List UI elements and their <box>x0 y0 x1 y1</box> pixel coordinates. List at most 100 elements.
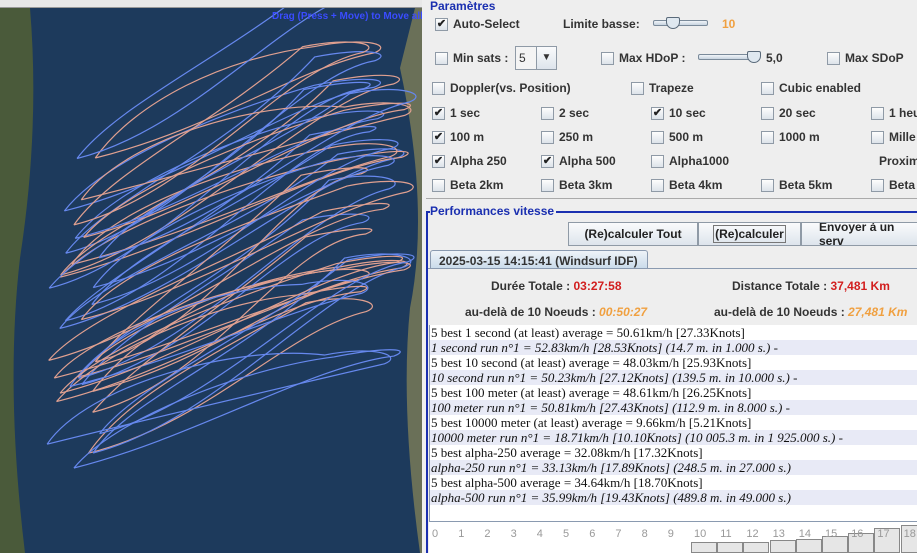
track-line <box>73 349 401 469</box>
checkbox-100-m[interactable]: ✔ 100 m <box>432 130 484 144</box>
histogram-tick: 1 <box>458 528 465 540</box>
checkbox-icon: ✔ <box>432 154 445 168</box>
checkbox-beta-4km[interactable]: Beta 4km <box>651 178 722 192</box>
label: Beta 4km <box>669 178 723 192</box>
track-line <box>99 253 415 435</box>
checkbox-1000-m[interactable]: 1000 m <box>761 130 820 144</box>
checkbox-20-sec[interactable]: 20 sec <box>761 106 816 120</box>
value: 27,481 Km <box>848 305 908 319</box>
limite-basse-label: Limite basse: <box>563 17 640 31</box>
result-line: 10 second run n°1 = 50.23km/h [27.12Knot… <box>430 370 917 385</box>
label: Max HDoP : <box>619 51 686 65</box>
checkbox-icon: ✔ <box>541 154 554 168</box>
max-hdop-checkbox[interactable]: Max HDoP : <box>601 51 685 65</box>
checkbox-2-sec[interactable]: 2 sec <box>541 106 589 120</box>
label: (Re)calculer <box>713 225 786 243</box>
histogram-bar <box>795 539 822 553</box>
histogram-tick: 9 <box>667 528 674 540</box>
value: 03:27:58 <box>573 279 622 293</box>
checkbox-trapeze[interactable]: Trapeze <box>631 81 694 95</box>
result-line: 100 meter run n°1 = 50.81km/h [27.43Knot… <box>430 400 917 415</box>
map-view[interactable]: Drag (Press + Move) to Move all <box>0 8 422 553</box>
value: 00:50:27 <box>599 305 648 319</box>
histogram-bar <box>717 541 744 553</box>
checkbox-icon: ✔ <box>435 17 448 31</box>
checkbox-alpha-250[interactable]: ✔ Alpha 250 <box>432 154 507 168</box>
checkbox-icon <box>871 130 884 144</box>
limite-basse-value: 10 <box>722 17 736 31</box>
checkbox-alpha1000[interactable]: Alpha1000 <box>651 154 729 168</box>
checkbox-icon <box>761 178 774 192</box>
checkbox-beta-3km[interactable]: Beta 3km <box>541 178 612 192</box>
result-line: 1 second run n°1 = 52.83km/h [28.53Knots… <box>430 340 917 355</box>
histogram-tick: 16 <box>851 528 864 540</box>
label: 1 sec <box>450 106 481 120</box>
auto-select-checkbox[interactable]: ✔ Auto-Select <box>435 17 520 31</box>
histogram-tick: 13 <box>772 528 785 540</box>
checkbox-1-sec[interactable]: ✔ 1 sec <box>432 106 480 120</box>
tab-session[interactable]: 2025-03-15 14:15:41 (Windsurf IDF) <box>430 250 648 269</box>
select-value: 5 <box>519 51 526 65</box>
checkbox-1-heu[interactable]: 1 heu <box>871 106 917 120</box>
result-line: 5 best 10000 meter (at least) average = … <box>431 415 752 430</box>
label: Alpha 500 <box>559 154 616 168</box>
checkbox-doppler-vs-position-[interactable]: Doppler(vs. Position) <box>432 81 571 95</box>
checkbox-cubic-enabled[interactable]: Cubic enabled <box>761 81 861 95</box>
right-panel: Paramètres ✔ Auto-Select Limite basse: 10… <box>424 0 917 553</box>
checkbox-icon <box>601 51 614 65</box>
recalculate-all-button[interactable]: (Re)calculer Tout <box>568 222 698 246</box>
total-distance: Distance Totale : 37,481 Km <box>732 279 890 293</box>
min-sats-select[interactable]: 5 ▼ <box>515 46 557 70</box>
checkbox-icon <box>761 130 774 144</box>
checkbox-icon <box>432 178 445 192</box>
checkbox-icon <box>541 130 554 144</box>
perf-title: Performances vitesse <box>430 204 557 218</box>
min-sats-checkbox[interactable]: Min sats : <box>435 51 508 65</box>
label: 1 heu <box>889 106 917 120</box>
checkbox-10-sec[interactable]: ✔ 10 sec <box>651 106 706 120</box>
result-line: 10000 meter run n°1 = 18.71km/h [10.10Kn… <box>430 430 917 445</box>
histogram-tick: 17 <box>877 528 890 540</box>
right-shore <box>400 8 422 553</box>
send-to-server-button[interactable]: Envoyer à un serv <box>801 222 917 246</box>
params-title: Paramètres <box>430 0 496 13</box>
checkbox-500-m[interactable]: 500 m <box>651 130 703 144</box>
label: Mille <box>889 130 916 144</box>
histogram-tick: 15 <box>825 528 838 540</box>
histogram-tick: 18 <box>903 528 916 540</box>
track-line <box>64 125 377 322</box>
results-text-area[interactable]: 5 best 1 second (at least) average = 50.… <box>429 325 917 521</box>
chevron-down-icon[interactable]: ▼ <box>536 47 556 69</box>
histogram-tick: 2 <box>484 528 491 540</box>
histogram-tick: 12 <box>746 528 759 540</box>
checkbox-icon <box>761 106 774 120</box>
checkbox-250-m[interactable]: 250 m <box>541 130 593 144</box>
checkbox-icon <box>651 178 664 192</box>
checkbox-icon <box>541 178 554 192</box>
histogram-tick: 6 <box>589 528 596 540</box>
max-sdop-checkbox[interactable]: Max SDoP <box>827 51 904 65</box>
checkbox-alpha-500[interactable]: ✔ Alpha 500 <box>541 154 616 168</box>
histogram-tick: 11 <box>720 528 732 540</box>
checkbox-icon <box>651 154 664 168</box>
result-line: 5 best 100 meter (at least) average = 48… <box>431 385 752 400</box>
slider-thumb[interactable] <box>747 51 761 63</box>
limite-basse-slider[interactable] <box>653 17 708 29</box>
checkbox-beta[interactable]: Beta <box>871 178 915 192</box>
recalculate-button[interactable]: (Re)calculer <box>698 222 801 246</box>
max-hdop-slider[interactable] <box>698 51 761 63</box>
slider-thumb[interactable] <box>666 17 680 29</box>
histogram-bar <box>691 541 717 553</box>
map-drag-hint: Drag (Press + Move) to Move all <box>272 11 422 22</box>
histogram-tick: 4 <box>536 528 543 540</box>
histogram-tick: 5 <box>563 528 570 540</box>
label: 100 m <box>450 130 485 144</box>
max-hdop-value: 5,0 <box>766 51 783 65</box>
label: Cubic enabled <box>779 81 862 95</box>
checkbox-beta-5km[interactable]: Beta 5km <box>761 178 832 192</box>
label: Max SDoP <box>845 51 904 65</box>
checkbox-beta-2km[interactable]: Beta 2km <box>432 178 503 192</box>
histogram-tick: 7 <box>615 528 622 540</box>
checkbox-mille[interactable]: Mille <box>871 130 916 144</box>
divider <box>426 198 917 199</box>
